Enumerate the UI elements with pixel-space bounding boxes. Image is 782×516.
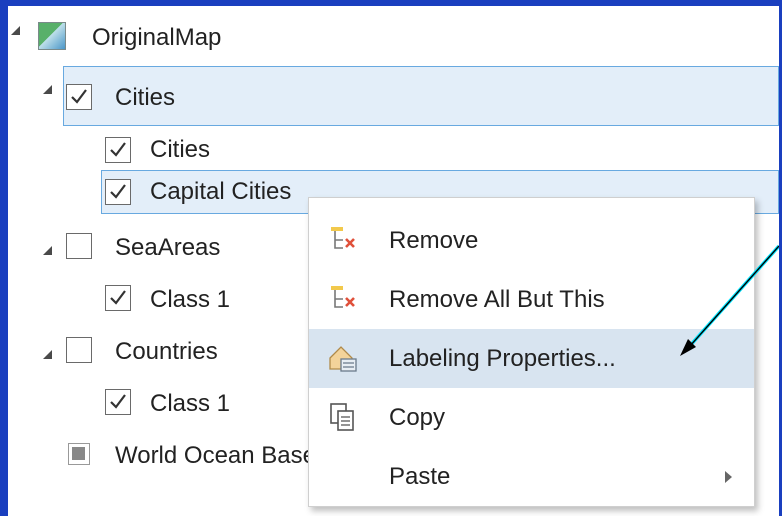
seaareas-layer-checkbox[interactable] <box>66 233 92 259</box>
cities-class-label[interactable]: Cities <box>150 136 210 164</box>
cities-class-checkbox[interactable] <box>105 137 131 163</box>
cities-layer-label[interactable]: Cities <box>115 84 175 112</box>
seaareas-layer-label[interactable]: SeaAreas <box>115 234 220 262</box>
menu-item-label: Remove <box>389 226 479 254</box>
expand-countries-toggle[interactable] <box>43 350 52 359</box>
menu-item-label: Remove All But This <box>389 285 605 313</box>
capital-cities-label[interactable]: Capital Cities <box>150 178 291 206</box>
expand-map-toggle[interactable] <box>11 26 20 35</box>
copy-icon <box>330 403 354 431</box>
menu-item-paste[interactable]: Paste <box>309 447 754 506</box>
labeling-properties-icon <box>329 346 357 372</box>
checkmark-icon <box>71 89 87 104</box>
menu-item-label: Paste <box>389 462 451 490</box>
seaareas-class-label[interactable]: Class 1 <box>150 286 230 314</box>
checkmark-icon <box>110 394 126 409</box>
checkmark-icon <box>110 184 126 199</box>
countries-layer-label[interactable]: Countries <box>115 338 218 366</box>
menu-item-copy[interactable]: Copy <box>309 388 754 447</box>
countries-class-label[interactable]: Class 1 <box>150 390 230 418</box>
seaareas-class-checkbox[interactable] <box>105 285 131 311</box>
countries-layer-checkbox[interactable] <box>66 337 92 363</box>
capital-cities-checkbox[interactable] <box>105 179 131 205</box>
checkmark-icon <box>110 290 126 305</box>
expand-seaareas-toggle[interactable] <box>43 246 52 255</box>
map-icon <box>38 22 66 50</box>
menu-item-label: Copy <box>389 403 446 431</box>
contents-pane: OriginalMap Cities Cities Capital Cities… <box>8 6 779 516</box>
remove-all-but-this-icon <box>331 286 355 308</box>
expand-cities-toggle[interactable] <box>43 85 52 94</box>
menu-item-remove[interactable]: Remove <box>309 211 754 270</box>
map-label[interactable]: OriginalMap <box>92 24 221 52</box>
menu-item-labeling-properties[interactable]: Labeling Properties... <box>309 329 754 388</box>
basemap-layer-icon <box>68 443 90 465</box>
menu-item-label: Labeling Properties... <box>389 344 616 372</box>
submenu-arrow-icon <box>725 471 732 483</box>
checkmark-icon <box>110 142 126 157</box>
remove-layer-icon <box>331 227 355 249</box>
ocean-layer-label[interactable]: World Ocean Base <box>115 442 316 470</box>
menu-item-remove-all-but-this[interactable]: Remove All But This <box>309 270 754 329</box>
countries-class-checkbox[interactable] <box>105 389 131 415</box>
cities-layer-checkbox[interactable] <box>66 84 92 110</box>
context-menu: Remove Remove All But This Labeling Prop… <box>308 197 755 507</box>
